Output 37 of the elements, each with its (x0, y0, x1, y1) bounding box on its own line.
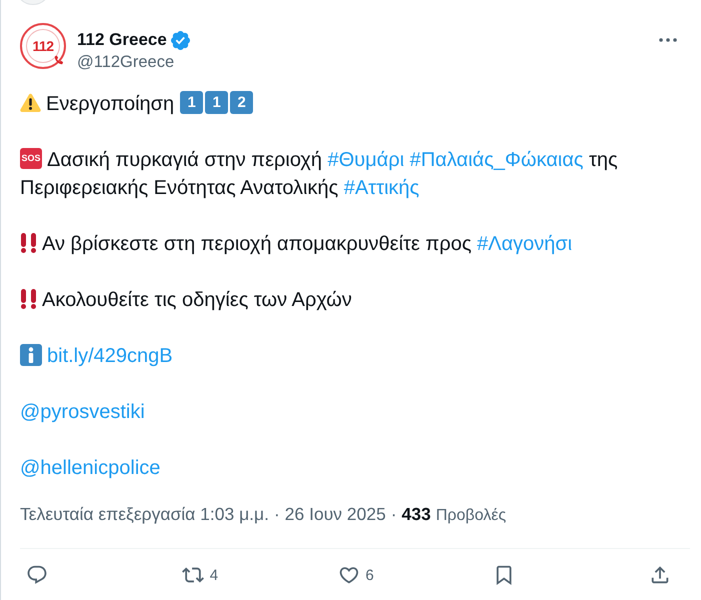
repost-button[interactable]: 4 (182, 564, 218, 586)
post-date: 26 Ιουν 2025 (284, 504, 386, 524)
more-icon[interactable] (659, 38, 677, 42)
views-label: Προβολές (436, 506, 506, 526)
double-exclamation-icon (20, 232, 37, 253)
keycap-digit: 1 (180, 91, 204, 114)
hashtag-link[interactable]: #Θυμάρι (328, 149, 404, 171)
upload-arrow-icon[interactable] (649, 564, 671, 586)
view-count: 433 (402, 504, 431, 524)
phone-handset-icon (53, 55, 64, 66)
sos-emoji: SOS (20, 148, 42, 170)
url-link[interactable]: bit.ly/429cngB (47, 345, 173, 367)
user-handle[interactable]: @112Greece (77, 51, 190, 73)
post-text: Ενεργοποίηση 1 1 2 (20, 90, 254, 118)
keycap-digit: 2 (230, 91, 254, 114)
separator-dot: · (274, 504, 280, 524)
heart-icon (338, 564, 360, 586)
speech-bubble-icon[interactable] (26, 564, 48, 586)
like-button[interactable]: 6 (338, 564, 374, 586)
mention-link[interactable]: @pyrosvestiki (20, 401, 145, 423)
post-text: SOS Δασική πυρκαγιά στην περιοχή #Θυμάρι #Παλαιάς_Φώκαιας της Περιφερειακής Ενότητας Ανατολικής #Αττικής (20, 147, 619, 201)
double-exclamation-icon (20, 288, 37, 309)
post-text: Αν βρίσκεστε στη περιοχή απομακρυνθείτε προς #Λαγονήσι (20, 230, 572, 258)
post-text: Ακολουθείτε τις οδηγίες των Αρχών (20, 286, 352, 314)
separator-dot: · (390, 504, 397, 524)
keycap-digit: 1 (205, 91, 228, 114)
info-icon (20, 344, 42, 366)
hashtag-link[interactable]: #Παλαιάς_Φώκαιας (410, 149, 584, 171)
hashtag-link[interactable]: #Λαγονήσι (477, 233, 572, 255)
mention-link[interactable]: @hellenicpolice (20, 457, 160, 479)
edited-time-link[interactable]: Τελευταία επεξεργασία 1:03 μ.μ. (20, 504, 269, 524)
verified-badge-icon (170, 30, 190, 50)
hashtag-link[interactable]: #Αττικής (344, 177, 420, 199)
avatar-logo[interactable]: 112 (20, 23, 66, 69)
logo-text: 112 (32, 39, 54, 53)
display-name[interactable]: 112 Greece (77, 29, 167, 51)
warning-icon (20, 93, 41, 112)
